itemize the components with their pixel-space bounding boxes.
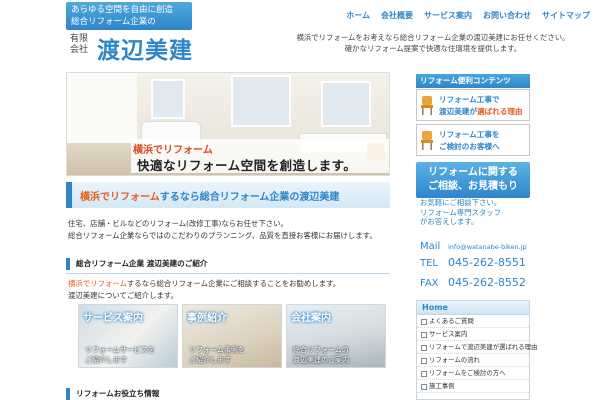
intro-red: 横浜でリフォーム [68, 279, 127, 288]
chair-icon [421, 131, 433, 150]
sidebar-nav-list: よくあるご質問 サービス案内 リフォームで渡辺美建が選ばれる理由 リフォームの流… [417, 315, 537, 393]
banner2-line2: ご検討のお客様へ [439, 142, 500, 151]
main-heading-text: 横浜でリフォームするなら総合リフォーム企業の渡辺美建 [80, 188, 339, 203]
main-description: 住宅、店舗・ビルなどのリフォーム(改修工事)ならお任せ下さい。 総合リフォーム企… [68, 218, 377, 242]
logo-line2: 総合リフォーム企業の [71, 17, 156, 27]
card-service-caption2: ご紹介します [85, 356, 127, 364]
intro-line2: 渡辺美建についてご紹介します。 [68, 291, 178, 300]
card-company[interactable]: 会社案内 総合リフォームの 渡辺美建のご案内 [286, 304, 386, 368]
main-heading-rest: するなら総合リフォーム企業の渡辺美建 [159, 192, 340, 203]
contact-tel: TEL 045-262-8551 [420, 251, 526, 270]
sidebar-item-flow[interactable]: リフォームの流れ [417, 354, 529, 367]
banner-why-chosen[interactable]: リフォーム工事で 渡辺美建が選ばれる理由 [416, 89, 530, 121]
consult-line1: リフォームに関する [428, 167, 518, 178]
main-text-line1: 住宅、店舗・ビルなどのリフォーム(改修工事)ならお任せ下さい。 [68, 219, 288, 228]
tagline-line2: 確かなリフォーム提案で快適な住環境を提供します。 [344, 44, 522, 53]
site-header: あらゆる空間を自由に創造 総合リフォーム企業の 有限会社 渡辺美建 ホーム 会社… [0, 0, 600, 68]
card-cases-caption1: リフォーム事例を [189, 346, 245, 354]
intro-cards: サービス案内 リフォームサービスを ご紹介します 事例紹介 リフォーム事例を ご… [78, 304, 386, 368]
banner1-line2-red: 選ばれる理由 [476, 107, 523, 116]
sidebar-item-reasons[interactable]: リフォームで渡辺美建が選ばれる理由 [417, 341, 537, 354]
card-company-caption2: 渡辺美建のご案内 [293, 356, 349, 364]
consult-banner[interactable]: リフォームに関する ご相談、お見積もり [416, 162, 530, 198]
banner1-line1: リフォーム工事で [439, 95, 500, 104]
global-nav: ホーム 会社概要 サービス案内 お問い合わせ サイトマップ [346, 10, 590, 21]
card-service-caption: リフォームサービスを ご紹介します [85, 345, 155, 365]
main-heading-red: 横浜でリフォーム [80, 192, 160, 203]
tips-heading: リフォームお役立ち情報 [66, 384, 390, 400]
header-tagline: 横浜でリフォームをお考えなら総合リフォーム企業の渡辺美建にお任せください。 確か… [272, 32, 594, 54]
nav-home-link[interactable]: ホーム [346, 10, 370, 21]
intro-heading-text: 総合リフォーム企業 渡辺美建のご紹介 [76, 259, 208, 268]
tips-heading-text: リフォームお役立ち情報 [76, 389, 160, 398]
logo-company-name[interactable]: 渡辺美建 [97, 31, 193, 65]
main-text-line2: 総合リフォーム企業ならではのこだわりのプランニング、品質を直接お客様にお届けしま… [68, 231, 377, 240]
card-service[interactable]: サービス案内 リフォームサービスを ご紹介します [78, 304, 178, 368]
chair-icon [421, 96, 433, 115]
card-service-title: サービス案内 [83, 313, 143, 324]
card-cases-caption2: ご紹介します [189, 356, 231, 364]
main-heading: 横浜でリフォームするなら総合リフォーム企業の渡辺美建 [66, 182, 390, 208]
sidebar-item-considering[interactable]: リフォームをご検討の方へ [417, 367, 529, 380]
card-cases-caption: リフォーム事例を ご紹介します [189, 345, 245, 365]
fax-label: FAX [420, 278, 439, 289]
consult-desc2: リフォーム専門スタッフ [420, 207, 502, 217]
nav-company-link[interactable]: 会社概要 [381, 10, 413, 21]
consult-desc3: がお答えします。 [420, 217, 479, 226]
consult-description: お気軽にご相談下さい。 リフォーム専門スタッフ がお答えします。 [420, 198, 501, 227]
tagline-line1: 横浜でリフォームをお考えなら総合リフォーム企業の渡辺美建にお任せください。 [296, 33, 570, 42]
sidebar-nav-home[interactable]: Home [417, 301, 529, 315]
tel-label: TEL [420, 258, 438, 269]
card-company-caption1: 総合リフォームの [293, 346, 349, 354]
card-cases-title: 事例紹介 [187, 313, 227, 324]
banner2-line1: リフォーム工事を [439, 130, 500, 139]
consult-line2: ご相談、お見積もり [428, 181, 518, 192]
sidebar-nav: Home よくあるご質問 サービス案内 リフォームで渡辺美建が選ばれる理由 リフ… [416, 300, 537, 400]
hero-window-center [231, 75, 291, 127]
banner1-line2-blue: 渡辺美建が [439, 107, 477, 116]
hero-title: 快適なリフォーム空間を創造します。 [137, 158, 357, 173]
banner-considering[interactable]: リフォーム工事を ご検討のお客様へ [416, 124, 530, 156]
hero-red-text: 横浜でリフォーム [133, 145, 213, 156]
tel-number[interactable]: 045-262-8551 [448, 256, 526, 269]
hero-window-right [321, 81, 371, 127]
contact-fax: FAX 045-262-8552 [420, 271, 526, 290]
nav-contact-link[interactable]: お問い合わせ [483, 10, 531, 21]
intro-rest: するなら総合リフォーム企業にご相談することをお勧めします。 [126, 279, 341, 288]
fax-number: 045-262-8552 [448, 276, 526, 289]
sidebar-item-faq[interactable]: よくあるご質問 [417, 315, 529, 328]
card-company-caption: 総合リフォームの 渡辺美建のご案内 [293, 345, 349, 365]
banner1-line2: 渡辺美建が選ばれる理由 [439, 106, 523, 117]
hero-banner: 横浜でリフォーム 快適なリフォーム空間を創造します。 [66, 72, 390, 176]
card-service-caption1: リフォームサービスを [85, 346, 155, 354]
hero-window-left [151, 79, 185, 119]
sidebar-item-service[interactable]: サービス案内 [417, 328, 529, 341]
logo-company-type: 有限会社 [70, 34, 89, 55]
card-company-title: 会社案内 [291, 313, 331, 324]
intro-line1: 横浜でリフォームするなら総合リフォーム企業にご相談することをお勧めします。 [68, 278, 340, 290]
card-cases[interactable]: 事例紹介 リフォーム事例を ご紹介します [182, 304, 282, 368]
intro-heading: 総合リフォーム企業 渡辺美建のご紹介 [66, 254, 390, 274]
intro-description: 横浜でリフォームするなら総合リフォーム企業にご相談することをお勧めします。 渡辺… [68, 278, 340, 302]
sidebar-contents-heading: リフォーム便利コンテンツ [416, 74, 530, 88]
sidebar-item-cases[interactable]: 施工事例 [417, 380, 529, 393]
logo-line1: あらゆる空間を自由に創造 [71, 5, 174, 15]
mail-link[interactable]: info@watanabe-biken.jp [448, 243, 527, 251]
nav-sitemap-link[interactable]: サイトマップ [542, 10, 590, 21]
consult-desc1: お気軽にご相談下さい。 [420, 198, 502, 207]
nav-service-link[interactable]: サービス案内 [424, 10, 472, 21]
logo-catchphrase[interactable]: あらゆる空間を自由に創造 総合リフォーム企業の [66, 2, 192, 30]
